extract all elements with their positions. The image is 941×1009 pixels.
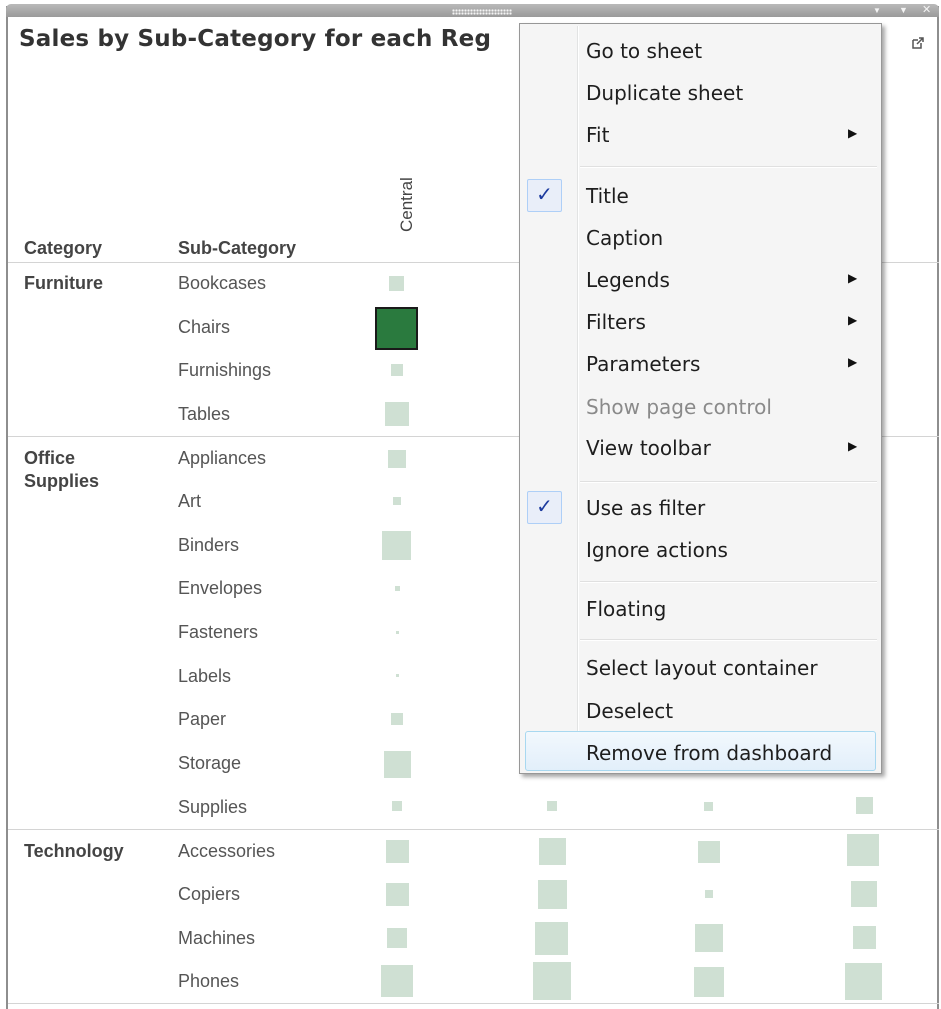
data-mark[interactable]	[389, 276, 404, 291]
submenu-arrow-icon: ▶	[848, 126, 858, 140]
data-mark[interactable]	[392, 801, 402, 811]
menu-item-filters[interactable]: Filters	[586, 310, 646, 334]
data-mark[interactable]	[396, 674, 399, 677]
category-technology: Technology	[24, 841, 124, 861]
subcategory-label: Furnishings	[178, 360, 272, 380]
subcategory-label: Accessories	[178, 841, 276, 861]
subcategory-label: Phones	[178, 971, 240, 991]
data-mark[interactable]	[385, 402, 409, 426]
subcategory-label: Appliances	[178, 448, 267, 468]
data-mark[interactable]	[388, 450, 406, 468]
data-mark[interactable]	[391, 713, 403, 725]
data-mark[interactable]	[386, 883, 409, 906]
header-category: Category	[24, 238, 103, 258]
header-region-central: Central	[397, 177, 416, 232]
menu-item-ignore-actions[interactable]: Ignore actions	[586, 538, 728, 562]
menu-separator	[580, 639, 877, 641]
subcategory-label: Binders	[178, 535, 240, 555]
subcategory-label: Fasteners	[178, 622, 259, 642]
data-mark[interactable]	[705, 890, 713, 898]
data-mark[interactable]	[539, 838, 566, 865]
subcategory-label: Tables	[178, 404, 231, 424]
submenu-arrow-icon: ▶	[848, 355, 858, 369]
menu-item-use-as-filter[interactable]: Use as filter	[586, 496, 705, 520]
subcategory-label: Chairs	[178, 317, 231, 337]
category-office-supplies: Office Supplies	[24, 448, 100, 491]
popout-icon[interactable]	[911, 36, 925, 50]
subcategory-label: Labels	[178, 666, 232, 686]
divider	[8, 829, 939, 830]
divider	[8, 1003, 939, 1004]
data-mark[interactable]	[384, 751, 411, 778]
menu-item-legends[interactable]: Legends	[586, 268, 670, 292]
submenu-arrow-icon: ▶	[848, 271, 858, 285]
submenu-arrow-icon: ▶	[848, 313, 858, 327]
data-mark[interactable]	[853, 926, 876, 949]
menu-item-go-to-sheet[interactable]: Go to sheet	[586, 39, 702, 63]
sheet-title: Sales by Sub-Category for each Reg	[19, 26, 492, 52]
subcategory-label: Storage	[178, 753, 242, 773]
data-mark[interactable]	[391, 364, 403, 376]
subcategory-label: Supplies	[178, 797, 248, 817]
data-mark[interactable]	[695, 924, 723, 952]
menu-item-view-toolbar[interactable]: View toolbar	[586, 436, 711, 460]
data-mark[interactable]	[851, 881, 877, 907]
data-mark[interactable]	[547, 801, 557, 811]
close-icon[interactable]: ✕	[922, 4, 931, 17]
menu-item-select-layout-container[interactable]: Select layout container	[586, 656, 818, 680]
menu-item-show-page-control: Show page control	[586, 395, 772, 419]
data-mark[interactable]	[393, 497, 401, 505]
checkmark-icon: ✓	[527, 179, 562, 212]
data-mark[interactable]	[535, 922, 568, 955]
menu-item-floating[interactable]: Floating	[586, 597, 666, 621]
checkmark-icon: ✓	[527, 491, 562, 524]
menu-item-fit[interactable]: Fit	[586, 123, 609, 147]
data-mark[interactable]	[396, 631, 399, 634]
subcategory-label: Art	[178, 491, 202, 511]
data-mark[interactable]	[387, 928, 407, 948]
data-mark[interactable]	[382, 531, 411, 560]
menu-item-remove-from-dashboard[interactable]: Remove from dashboard	[586, 741, 832, 765]
header-sub-category: Sub-Category	[178, 238, 297, 258]
menu-item-caption[interactable]: Caption	[586, 226, 663, 250]
subcategory-label: Paper	[178, 709, 227, 729]
dropdown-arrow-icon[interactable]: ▼	[873, 4, 881, 17]
menu-item-title[interactable]: Title	[586, 184, 629, 208]
data-mark[interactable]	[845, 963, 882, 1000]
menu-separator	[580, 581, 877, 583]
subcategory-label: Envelopes	[178, 578, 263, 598]
data-mark[interactable]	[533, 962, 571, 1000]
menu-item-parameters[interactable]: Parameters	[586, 352, 700, 376]
menu-separator	[580, 166, 877, 168]
menu-gutter	[577, 26, 579, 771]
data-mark[interactable]	[698, 841, 720, 863]
data-mark[interactable]	[538, 880, 567, 909]
data-mark[interactable]	[386, 840, 409, 863]
submenu-arrow-icon: ▶	[848, 439, 858, 453]
menu-item-duplicate-sheet[interactable]: Duplicate sheet	[586, 81, 743, 105]
data-mark[interactable]	[704, 802, 713, 811]
sheet-context-menu: Go to sheet Duplicate sheet Fit ▶ ✓ Titl…	[519, 23, 882, 774]
data-mark[interactable]	[694, 967, 724, 997]
drag-grip-icon[interactable]	[452, 9, 512, 15]
data-mark[interactable]	[381, 965, 413, 997]
menu-separator	[580, 481, 877, 483]
data-mark[interactable]	[395, 586, 400, 591]
subcategory-label: Copiers	[178, 884, 241, 904]
category-furniture: Furniture	[24, 273, 103, 293]
data-mark[interactable]	[847, 834, 879, 866]
subcategory-label: Machines	[178, 928, 256, 948]
filter-funnel-icon[interactable]: ▼	[899, 4, 908, 17]
sheet-title-bar[interactable]: ▼ ▼ ✕	[6, 4, 939, 17]
data-mark-selected[interactable]	[375, 307, 418, 350]
menu-item-deselect[interactable]: Deselect	[586, 699, 673, 723]
data-mark[interactable]	[856, 797, 873, 814]
subcategory-label: Bookcases	[178, 273, 267, 293]
